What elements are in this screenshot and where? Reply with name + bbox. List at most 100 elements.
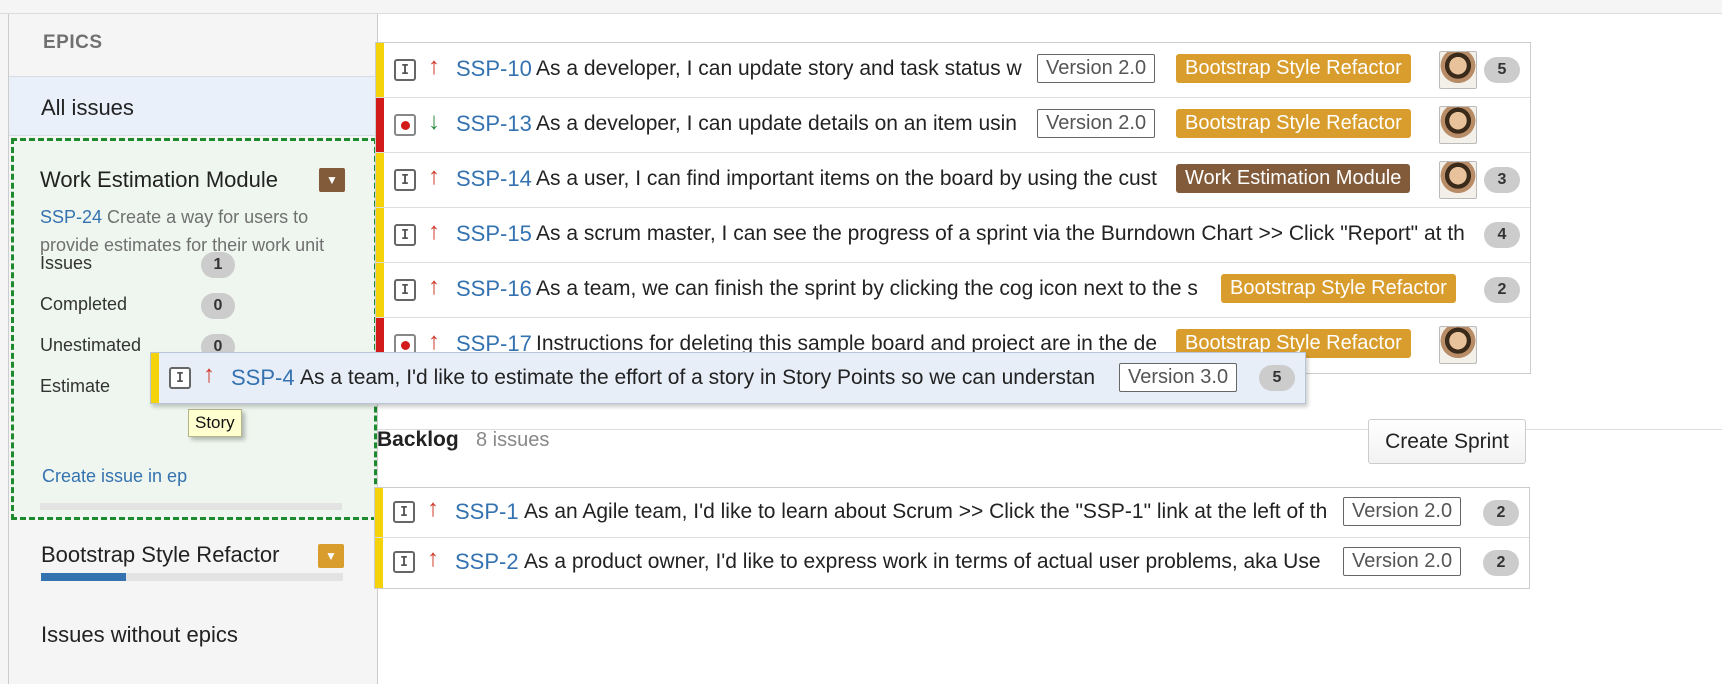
version-label: Version 2.0 — [1343, 547, 1462, 576]
issue-type-tooltip: Story — [188, 409, 242, 437]
story-type-icon: I — [393, 501, 415, 523]
issue-key-link[interactable]: SSP-4 — [231, 365, 295, 391]
epic-work-estimation-module[interactable]: Work Estimation Module ▼ SSP-24 Create a… — [11, 138, 377, 520]
story-type-icon: I — [394, 59, 416, 81]
issue-summary: As a product owner, I'd like to express … — [524, 550, 1321, 573]
epics-title: EPICS — [43, 32, 103, 53]
chevron-down-icon: ▼ — [325, 549, 337, 563]
priority-up-icon: ↑ — [428, 53, 440, 80]
stat-estimate-label: Estimate — [40, 376, 111, 396]
story-points-badge: 5 — [1259, 365, 1295, 391]
story-points-badge: 2 — [1483, 550, 1519, 576]
version-label: Version 2.0 — [1037, 109, 1156, 138]
avatar — [1439, 326, 1477, 364]
issue-row-ssp-10[interactable]: I ↑ SSP-10 As a developer, I can update sto… — [376, 43, 1530, 98]
issue-key-link[interactable]: SSP-15 — [456, 221, 532, 247]
backlog-row-ssp-1[interactable]: I ↑ SSP-1 As an Agile team, I'd like to lea… — [375, 488, 1529, 538]
avatar — [1439, 51, 1477, 89]
stat-issues-label: Issues — [40, 253, 93, 273]
issue-summary: As a developer, I can update details on … — [536, 112, 1017, 135]
story-points-badge: 3 — [1484, 167, 1520, 193]
issue-key-link[interactable]: SSP-13 — [456, 111, 532, 137]
backlog-issue-count: 8 issues — [476, 429, 550, 451]
issues-without-epics-item[interactable]: Issues without epics — [41, 622, 238, 648]
priority-up-icon: ↑ — [428, 218, 440, 245]
priority-up-icon: ↑ — [427, 495, 439, 522]
version-label: Version 2.0 — [1037, 54, 1156, 83]
epic-progress-bar — [40, 503, 342, 510]
chevron-down-icon: ▼ — [326, 173, 338, 187]
issue-key-link[interactable]: SSP-16 — [456, 276, 532, 302]
epic-bootstrap-style-refactor[interactable]: Bootstrap Style Refactor — [41, 542, 279, 568]
all-issues-item[interactable]: All issues — [9, 76, 377, 136]
priority-down-icon: ↓ — [428, 108, 440, 135]
story-type-icon: I — [394, 169, 416, 191]
bug-dot-icon — [400, 340, 410, 350]
create-issue-in-epic-link[interactable]: Create issue in ep — [42, 466, 187, 487]
story-points-badge: 4 — [1484, 222, 1520, 248]
row-grabber[interactable] — [376, 98, 384, 152]
bug-dot-icon — [400, 120, 410, 130]
priority-up-icon: ↑ — [428, 273, 440, 300]
row-grabber[interactable] — [376, 208, 384, 262]
stat-unestimated-label: Unestimated — [40, 335, 142, 355]
issue-summary: As a scrum master, I can see the progres… — [536, 222, 1465, 245]
avatar — [1439, 106, 1477, 144]
stat-completed-badge: 0 — [201, 293, 235, 319]
row-grabber[interactable] — [376, 153, 384, 207]
priority-up-icon: ↑ — [428, 163, 440, 190]
epic-label[interactable]: Bootstrap Style Refactor — [1176, 54, 1411, 83]
epic-dropdown-button[interactable]: ▼ — [319, 168, 345, 192]
story-type-icon: I — [169, 367, 191, 389]
epic-key-link[interactable]: SSP-24 — [40, 207, 102, 227]
issue-row-ssp-15[interactable]: I ↑ SSP-15 As a scrum master, I can see the… — [376, 208, 1530, 263]
row-grabber[interactable] — [375, 488, 383, 537]
story-type-icon: I — [393, 551, 415, 573]
issue-summary: As a user, I can find important items on… — [536, 167, 1158, 190]
issue-row-ssp-16[interactable]: I ↑ SSP-16 As a team, we can finish the spr… — [376, 263, 1530, 318]
stat-completed-label: Completed — [40, 294, 128, 314]
stat-issues-badge: 1 — [201, 252, 235, 278]
story-points-badge: 2 — [1484, 277, 1520, 303]
version-label: Version 3.0 — [1119, 363, 1238, 392]
top-bar — [0, 0, 1722, 14]
epic-label[interactable]: Work Estimation Module — [1176, 164, 1411, 193]
version-label: Version 2.0 — [1343, 497, 1462, 526]
issue-summary: As a team, we can finish the sprint by c… — [536, 277, 1198, 300]
issue-row-ssp-14[interactable]: I ↑ SSP-14 As a user, I can find important … — [376, 153, 1530, 208]
backlog-title: Backlog — [377, 428, 459, 451]
bug-type-icon — [394, 114, 416, 136]
epic2-progress-fill — [41, 573, 126, 581]
all-issues-label: All issues — [41, 95, 134, 120]
epic-name: Work Estimation Module — [40, 167, 279, 192]
priority-up-icon: ↑ — [203, 361, 215, 388]
story-type-icon: I — [394, 279, 416, 301]
row-grabber[interactable] — [376, 43, 384, 97]
epic-description: SSP-24 Create a way for users to provide… — [40, 203, 360, 259]
epic2-progress-bar — [41, 573, 343, 581]
row-grabber[interactable] — [375, 538, 383, 588]
story-points-badge: 5 — [1484, 57, 1520, 83]
issue-key-link[interactable]: SSP-10 — [456, 56, 532, 82]
epics-panel: EPICS All issues Work Estimation Module … — [8, 14, 378, 684]
backlog-issue-list: I ↑ SSP-1 As an Agile team, I'd like to lea… — [374, 487, 1530, 589]
issue-key-link[interactable]: SSP-2 — [455, 549, 519, 575]
sprint-issue-list: I ↑ SSP-10 As a developer, I can update sto… — [375, 42, 1531, 374]
issue-key-link[interactable]: SSP-1 — [455, 499, 519, 525]
story-type-icon: I — [394, 224, 416, 246]
issue-key-link[interactable]: SSP-14 — [456, 166, 532, 192]
epic-label[interactable]: Bootstrap Style Refactor — [1176, 109, 1411, 138]
epic2-dropdown-button[interactable]: ▼ — [318, 544, 344, 568]
row-grabber[interactable] — [151, 353, 159, 403]
create-sprint-button[interactable]: Create Sprint — [1368, 419, 1526, 464]
issue-summary: As an Agile team, I'd like to learn abou… — [524, 500, 1328, 523]
avatar — [1439, 161, 1477, 199]
dragged-issue-row[interactable]: I ↑ SSP-4 As a team, I'd like to estimat… — [150, 352, 1306, 404]
backlog-row-ssp-2[interactable]: I ↑ SSP-2 As a product owner, I'd like to e… — [375, 538, 1529, 588]
priority-up-icon: ↑ — [427, 545, 439, 572]
row-grabber[interactable] — [376, 263, 384, 317]
issue-row-ssp-13[interactable]: ↓ SSP-13 As a developer, I can update deta… — [376, 98, 1530, 153]
story-points-badge: 2 — [1483, 500, 1519, 526]
epic-label[interactable]: Bootstrap Style Refactor — [1221, 274, 1456, 303]
issue-summary: As a developer, I can update story and t… — [536, 57, 1022, 80]
